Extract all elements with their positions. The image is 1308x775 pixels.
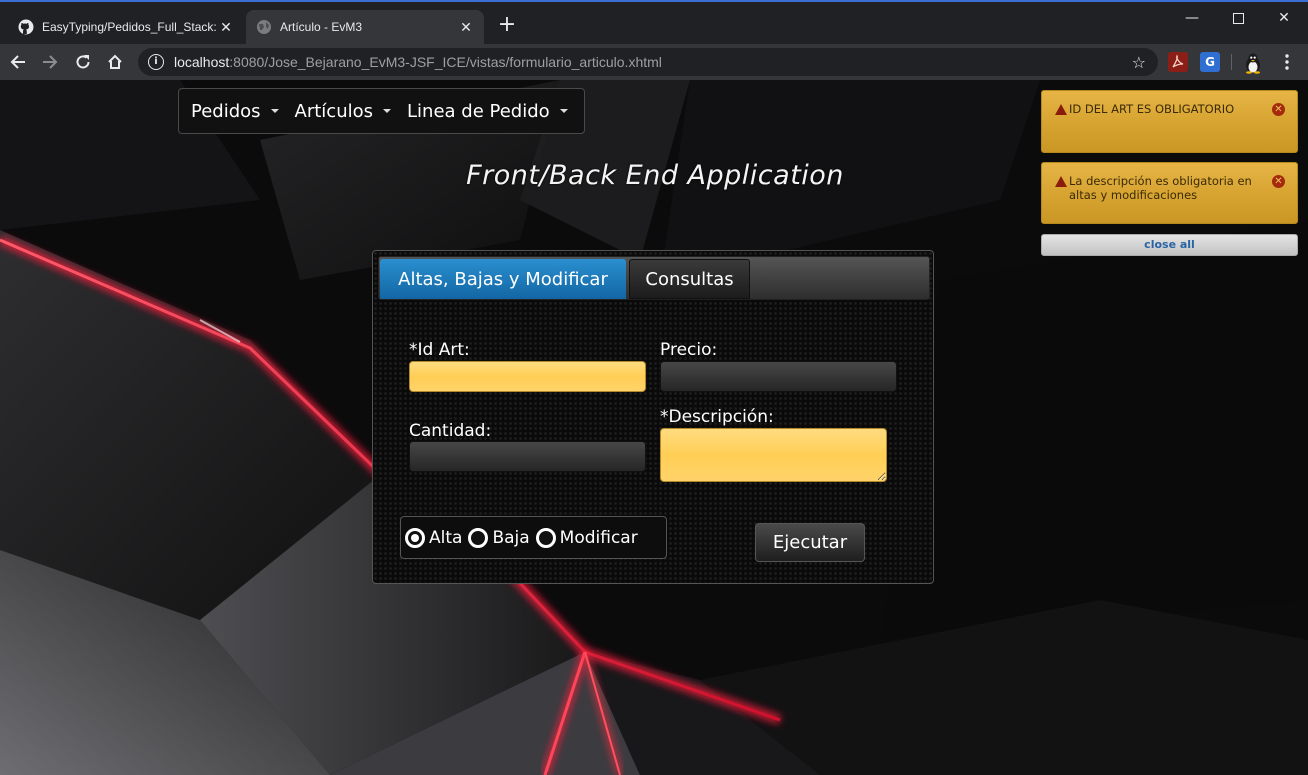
close-tab-icon[interactable]: ✕: [458, 19, 474, 36]
site-info-icon[interactable]: i: [148, 54, 164, 70]
page-viewport: Pedidos Artículos Linea de Pedido Front/…: [0, 80, 1308, 775]
radio-label: Alta: [429, 527, 463, 548]
menu-label: Artículos: [294, 100, 373, 122]
cantidad-label: Cantidad:: [409, 421, 492, 441]
warning-icon: [1055, 176, 1067, 187]
browser-tab-title: EasyTyping/Pedidos_Full_Stack: A: [42, 20, 218, 34]
cantidad-input[interactable]: [409, 441, 646, 472]
globe-icon: [257, 20, 271, 34]
growl-message: La descripción es obligatoria en altas y…: [1041, 162, 1298, 224]
menu-label: Pedidos: [191, 100, 261, 122]
descripcion-label: *Descripción:: [660, 407, 774, 427]
toolbar-separator: [1231, 54, 1232, 70]
tab-consultas[interactable]: Consultas: [629, 259, 750, 299]
browser-tab-articulo[interactable]: Artículo - EvM3 ✕: [246, 10, 484, 44]
menu-articulos[interactable]: Artículos: [295, 101, 391, 122]
form-tabview: Altas, Bajas y Modificar Consultas: [378, 256, 930, 300]
translate-extension-icon[interactable]: G: [1200, 52, 1220, 72]
radio-label: Baja: [492, 527, 530, 548]
app-title: Front/Back End Application: [466, 160, 844, 191]
reload-icon[interactable]: [71, 50, 95, 74]
menu-pedidos[interactable]: Pedidos: [191, 101, 279, 122]
growl-text: La descripción es obligatoria en altas y…: [1069, 174, 1252, 202]
radio-modificar[interactable]: Modificar: [535, 527, 638, 548]
radio-unselected-icon: [468, 527, 489, 548]
radio-baja[interactable]: Baja: [468, 527, 530, 548]
menu-label: Linea de Pedido: [407, 100, 550, 122]
caret-down-icon: [383, 109, 391, 113]
main-menubar: Pedidos Artículos Linea de Pedido: [178, 88, 585, 134]
new-tab-button[interactable]: +: [496, 14, 518, 36]
article-form-panel: Altas, Bajas y Modificar Consultas *Id A…: [372, 250, 934, 584]
bookmark-star-icon[interactable]: ☆: [1132, 53, 1146, 72]
minimize-icon[interactable]: —: [1169, 6, 1215, 30]
menu-linea-de-pedido[interactable]: Linea de Pedido: [407, 101, 568, 122]
caret-down-icon: [559, 109, 568, 113]
url-text: localhost:8080/Jose_Bejarano_EvM3-JSF_IC…: [174, 54, 662, 70]
descripcion-textarea[interactable]: [660, 428, 887, 482]
close-tab-icon[interactable]: ✕: [218, 19, 234, 36]
id-art-input[interactable]: [409, 361, 646, 392]
home-icon[interactable]: [103, 50, 127, 74]
close-icon[interactable]: ✕: [1272, 103, 1285, 116]
ejecutar-button[interactable]: Ejecutar: [755, 523, 865, 562]
github-icon: [18, 19, 34, 35]
caret-down-icon: [270, 109, 279, 113]
url-host: localhost: [174, 54, 230, 70]
radio-label: Modificar: [559, 527, 638, 548]
precio-label: Precio:: [660, 340, 718, 360]
close-all-button[interactable]: close all: [1041, 234, 1298, 256]
pdf-extension-icon[interactable]: [1168, 52, 1188, 72]
back-icon[interactable]: [6, 50, 30, 74]
tab-altas-bajas-modificar[interactable]: Altas, Bajas y Modificar: [380, 259, 626, 299]
radio-unselected-icon: [535, 527, 556, 548]
url-path: :8080/Jose_Bejarano_EvM3-JSF_ICE/vistas/…: [229, 54, 662, 70]
browser-tab-github[interactable]: EasyTyping/Pedidos_Full_Stack: A ✕: [8, 10, 244, 44]
browser-tab-title: Artículo - EvM3: [280, 20, 363, 34]
operation-radio-group: Alta Baja Modificar: [400, 516, 667, 559]
browser-tab-strip: EasyTyping/Pedidos_Full_Stack: A ✕ Artíc…: [0, 2, 1308, 44]
radio-alta[interactable]: Alta: [405, 527, 463, 548]
browser-toolbar: i localhost:8080/Jose_Bejarano_EvM3-JSF_…: [0, 44, 1308, 80]
address-bar[interactable]: i localhost:8080/Jose_Bejarano_EvM3-JSF_…: [138, 48, 1158, 76]
close-icon[interactable]: ✕: [1272, 175, 1285, 188]
growl-text: ID DEL ART ES OBLIGATORIO: [1069, 102, 1235, 116]
id-art-label: *Id Art:: [409, 340, 470, 360]
warning-icon: [1055, 104, 1067, 115]
maximize-icon[interactable]: [1215, 6, 1261, 30]
radio-selected-icon: [405, 527, 425, 548]
precio-input[interactable]: [660, 361, 897, 392]
forward-icon[interactable]: [38, 50, 62, 74]
close-window-icon[interactable]: ✕: [1261, 6, 1307, 30]
profile-avatar-icon[interactable]: [1243, 52, 1263, 74]
growl-message: ID DEL ART ES OBLIGATORIO ✕: [1041, 90, 1298, 153]
browser-menu-icon[interactable]: [1275, 50, 1299, 74]
